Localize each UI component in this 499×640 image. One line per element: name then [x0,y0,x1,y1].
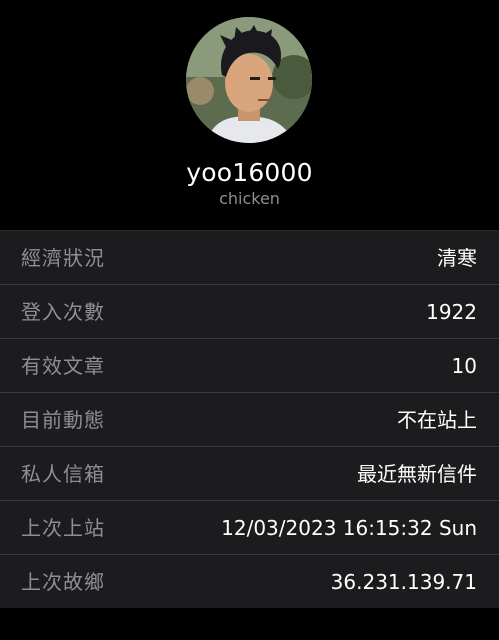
profile-header: yoo16000 chicken [0,0,499,230]
info-row-valid-posts: 有效文章 10 [0,338,499,392]
info-row-login-count: 登入次數 1922 [0,284,499,338]
row-label: 登入次數 [21,300,105,324]
nickname: chicken [219,189,280,208]
row-value: 1922 [426,300,477,324]
row-label: 上次上站 [21,516,105,540]
row-value: 最近無新信件 [357,462,477,486]
row-label: 經濟狀況 [21,246,105,270]
row-label: 上次故鄉 [21,570,105,594]
row-value: 不在站上 [397,408,477,432]
avatar[interactable] [186,17,312,143]
info-row-economy: 經濟狀況 清寒 [0,230,499,284]
user-info-table: 經濟狀況 清寒 登入次數 1922 有效文章 10 目前動態 不在站上 私人信箱… [0,230,499,608]
avatar-image [186,17,312,143]
info-row-private-mailbox[interactable]: 私人信箱 最近無新信件 [0,446,499,500]
username: yoo16000 [186,158,313,187]
row-label: 目前動態 [21,408,105,432]
row-value: 36.231.139.71 [330,570,477,594]
info-row-current-status: 目前動態 不在站上 [0,392,499,446]
row-label: 有效文章 [21,354,105,378]
row-value: 10 [451,354,477,378]
info-row-last-ip: 上次故鄉 36.231.139.71 [0,554,499,608]
row-value: 12/03/2023 16:15:32 Sun [221,516,477,540]
info-row-last-login: 上次上站 12/03/2023 16:15:32 Sun [0,500,499,554]
row-value: 清寒 [437,246,477,270]
row-label: 私人信箱 [21,462,105,486]
bottom-spacer [0,608,499,640]
